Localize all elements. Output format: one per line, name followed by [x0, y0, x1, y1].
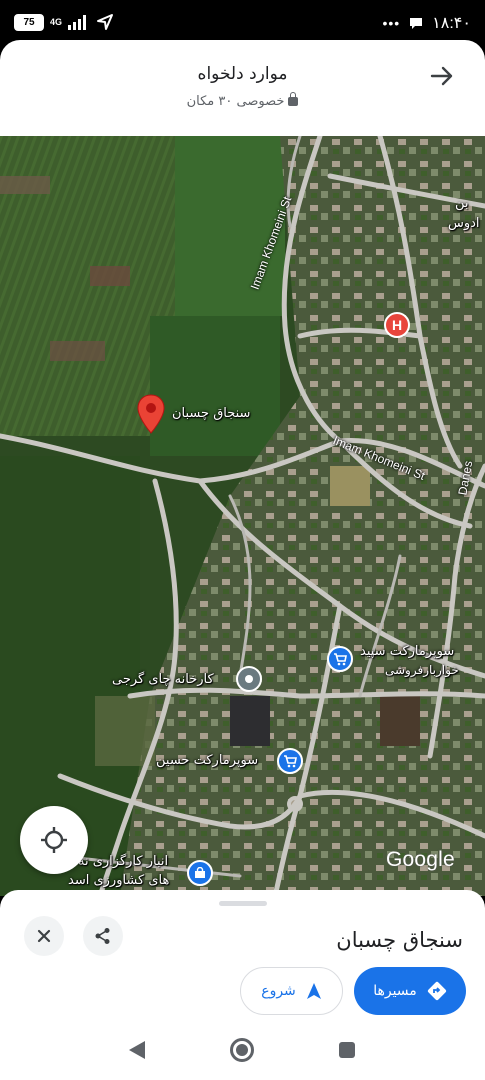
cart-icon — [334, 653, 347, 666]
more-dots-icon: ••• — [382, 15, 401, 31]
pin-label: سنجاق چسبان — [172, 406, 251, 421]
navigation-icon — [306, 983, 321, 999]
network-type: 4G — [50, 16, 63, 27]
directions-label: مسیرها — [373, 983, 417, 999]
factory-label: کارخانه چای گرجی — [112, 672, 214, 687]
satellite-map[interactable]: بن ادوس Imam Khomeini St Imam Khomeini S… — [0, 136, 485, 896]
directions-button[interactable]: مسیرها — [354, 967, 466, 1015]
warehouse-marker[interactable] — [187, 860, 213, 886]
navigation-arrow-icon — [97, 14, 114, 30]
nav-back-icon[interactable] — [129, 1041, 145, 1059]
directions-icon — [427, 981, 446, 1001]
close-icon — [37, 929, 51, 943]
lock-icon — [288, 92, 299, 106]
hospital-marker[interactable]: H — [384, 312, 410, 338]
start-label: شروع — [261, 983, 296, 999]
map-imagery — [0, 136, 485, 896]
google-attribution: Google — [386, 848, 455, 871]
list-subtitle: خصوصی ۳۰ مکان — [0, 92, 485, 109]
clock: ۱۸:۴۰ — [432, 15, 471, 32]
signal-icon — [68, 15, 87, 30]
share-button[interactable] — [83, 916, 123, 956]
crosshair-icon — [41, 827, 67, 853]
shop-label-2: سوپرمارکت حسین — [156, 753, 259, 768]
list-subtitle-text: خصوصی ۳۰ مکان — [186, 94, 285, 109]
location-pin-icon[interactable] — [137, 394, 165, 434]
bag-icon — [195, 867, 205, 878]
battery-indicator: 75 — [14, 13, 44, 31]
list-title: موارد دلخواه — [197, 64, 288, 84]
place-title: سنجاق چسبان — [336, 928, 463, 952]
close-button[interactable] — [24, 916, 64, 956]
nav-home-icon[interactable] — [230, 1038, 254, 1062]
factory-marker-icon[interactable] — [236, 666, 262, 692]
nav-recents-icon[interactable] — [339, 1042, 355, 1058]
cart-icon — [284, 755, 297, 768]
my-location-button[interactable] — [20, 806, 88, 874]
warehouse-label: انبار کارگزاری نه — [78, 854, 169, 869]
system-nav-bar — [0, 1024, 485, 1080]
list-header — [0, 40, 485, 136]
chat-notification-icon — [410, 18, 423, 29]
shop-marker-2[interactable] — [277, 748, 303, 774]
start-button[interactable]: شروع — [240, 967, 343, 1015]
shop-label-1-type: خواربارفروشی — [385, 663, 459, 677]
share-icon — [95, 928, 110, 944]
place-sheet: سنجاق چسبان مسیرها شروع — [0, 890, 485, 1025]
map-label-top-right-2: ادوس — [448, 216, 480, 231]
warehouse-label-2: های کشاورزی اسد — [68, 873, 170, 888]
shop-label-1: سوپرمارکت سپید — [360, 644, 455, 659]
map-label-top-right-1: بن — [455, 196, 469, 211]
shop-marker-1[interactable] — [327, 646, 353, 672]
drag-handle[interactable] — [219, 901, 267, 906]
